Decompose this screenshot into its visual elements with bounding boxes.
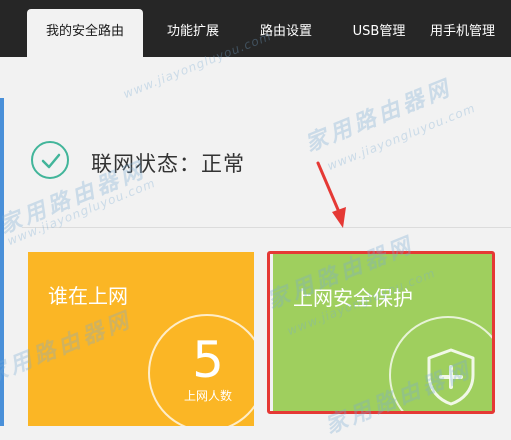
annotation-arrow-icon xyxy=(316,161,346,228)
